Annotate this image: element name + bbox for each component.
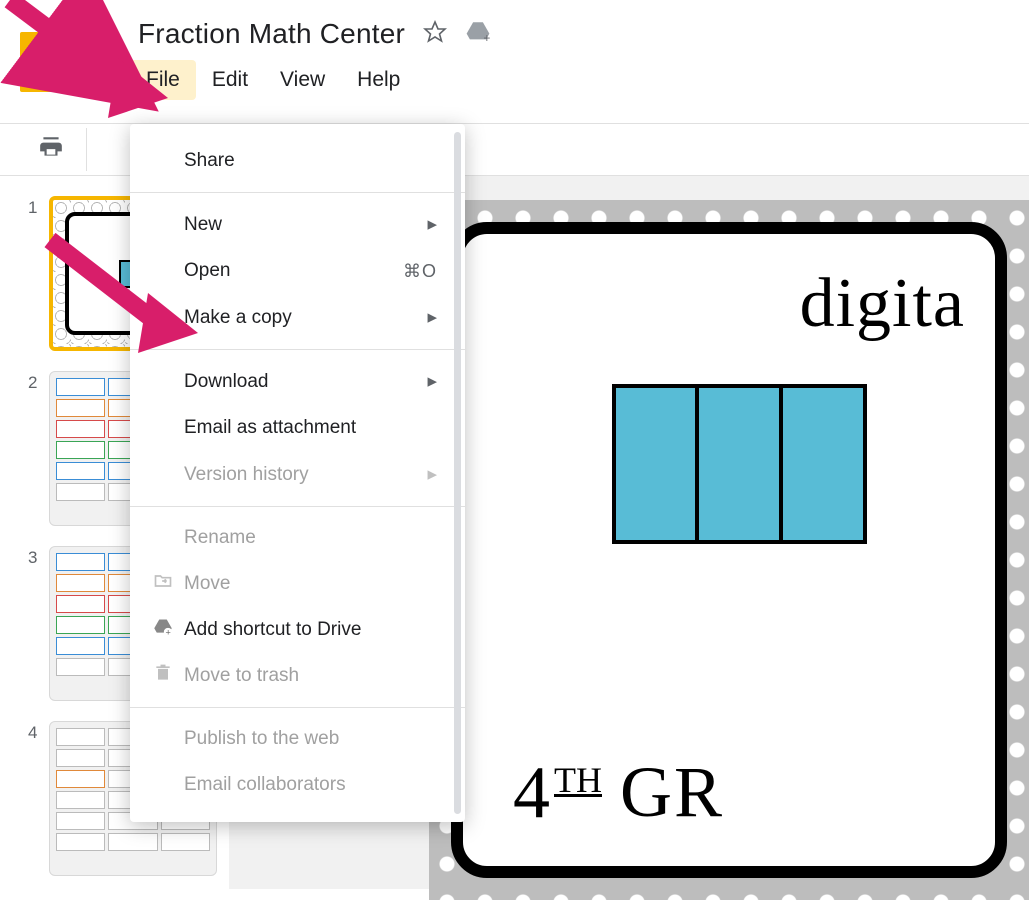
star-icon[interactable] [423,20,447,49]
grade-number: 4 [513,751,550,836]
menu-open[interactable]: Open ⌘O [130,248,465,294]
menu-label: Email as attachment [184,417,356,439]
menubar: File Edit View Help [70,60,1029,100]
folder-move-icon [152,571,174,597]
menu-label: Download [184,371,269,393]
menu-separator [130,192,465,193]
menu-email-attachment[interactable]: Email as attachment [130,405,465,451]
menu-version-history[interactable]: Version history ▸ [130,451,465,498]
menu-label: New [184,214,222,236]
menu-move[interactable]: Move [130,561,465,607]
menu-separator [130,707,465,708]
menu-label: Move to trash [184,665,299,687]
submenu-arrow-icon: ▸ [427,463,437,486]
menu-new[interactable]: New ▸ [130,201,465,248]
menu-view[interactable]: View [264,60,341,100]
menu-label: Version history [184,464,309,486]
menu-label: Open [184,260,230,282]
file-dropdown-menu: Share New ▸ Open ⌘O Make a copy ▸ Downlo… [130,124,465,822]
menu-rename[interactable]: Rename [130,515,465,561]
menu-file[interactable]: File [130,60,196,100]
menu-label: Email collaborators [184,774,346,796]
title-row: Fraction Math Center + [70,18,1029,50]
thumb-number: 4 [28,721,49,743]
menu-separator [130,506,465,507]
trash-icon [152,663,174,689]
menu-email-collaborators[interactable]: Email collaborators [130,762,465,808]
menu-publish-web[interactable]: Publish to the web [130,716,465,762]
grade-suffix: GR [620,751,724,834]
svg-text:+: + [483,30,490,44]
menu-label: Add shortcut to Drive [184,619,361,641]
slide-title-text: digita [513,264,965,344]
svg-text:+: + [166,627,171,637]
menu-download[interactable]: Download ▸ [130,358,465,405]
slides-logo-icon[interactable] [20,32,64,92]
fraction-graphic [612,384,867,544]
menu-make-a-copy[interactable]: Make a copy ▸ [130,294,465,341]
menu-label: Publish to the web [184,728,339,750]
menu-label: Rename [184,527,256,549]
menu-help[interactable]: Help [341,60,416,100]
submenu-arrow-icon: ▸ [427,306,437,329]
submenu-arrow-icon: ▸ [427,370,437,393]
menu-move-to-trash[interactable]: Move to trash [130,653,465,699]
thumb-number: 1 [28,196,49,218]
menu-shortcut: ⌘O [403,261,437,282]
document-title[interactable]: Fraction Math Center [138,18,405,50]
slide-frame[interactable]: digita 4 TH GR [429,200,1029,900]
menu-edit[interactable]: Edit [196,60,264,100]
menu-label: Share [184,150,235,172]
header-main: Fraction Math Center + File Edit View He… [70,14,1029,100]
menu-label: Make a copy [184,307,292,329]
header: Fraction Math Center + File Edit View He… [0,0,1029,124]
thumb-number: 3 [28,546,49,568]
grade-ordinal: TH [554,759,602,801]
menu-add-shortcut-drive[interactable]: + Add shortcut to Drive [130,607,465,653]
menu-separator [130,349,465,350]
logo-wrap [0,14,70,92]
drive-add-icon: + [152,617,174,643]
thumb-number: 2 [28,371,49,393]
drive-icon[interactable]: + [465,19,491,50]
slide-inner: digita 4 TH GR [451,222,1007,878]
print-icon[interactable] [32,128,87,171]
menu-label: Move [184,573,230,595]
slide-grade-text: 4 TH GR [513,751,724,836]
submenu-arrow-icon: ▸ [427,213,437,236]
menu-share[interactable]: Share [130,138,465,184]
